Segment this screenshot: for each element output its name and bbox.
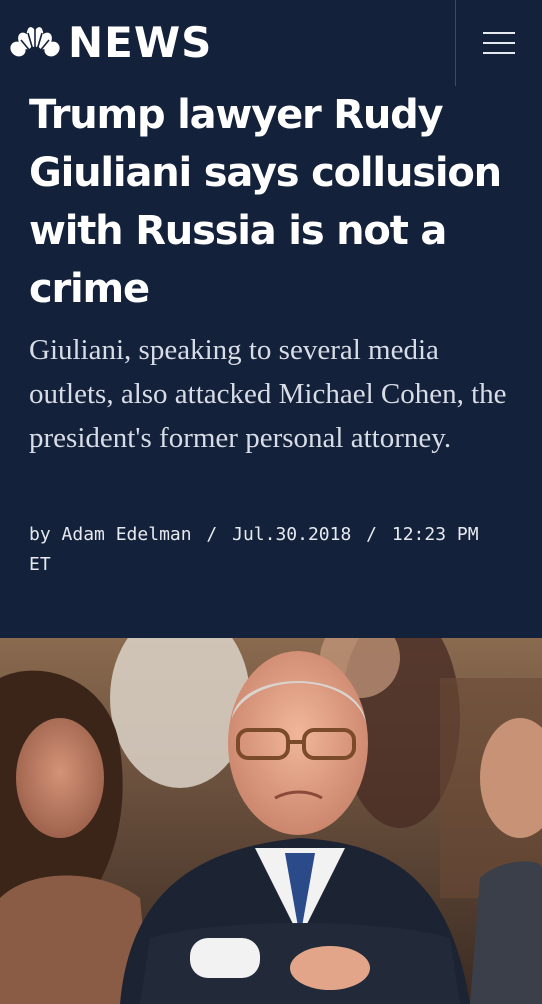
article-page: NEWS Trump lawyer Rudy Giuliani says col… (0, 0, 542, 1004)
nbc-news-logo[interactable]: NEWS (10, 22, 212, 64)
peacock-icon (10, 27, 60, 58)
article-byline: by Adam Edelman / Jul.30.2018 / 12:23 PM… (29, 520, 509, 580)
menu-line (483, 52, 515, 54)
byline-separator: / (206, 524, 218, 545)
article-headline: Trump lawyer Rudy Giuliani says collusio… (29, 92, 502, 312)
logo-text: NEWS (68, 18, 213, 67)
menu-line (483, 42, 515, 44)
hero-photo-illustration (0, 638, 542, 1004)
top-navigation-bar: NEWS (0, 0, 542, 86)
byline-date: Jul.30.2018 (232, 524, 352, 545)
article-hero-image[interactable] (0, 638, 542, 1004)
hamburger-menu-icon[interactable] (483, 30, 515, 58)
byline-separator: / (366, 524, 378, 545)
header-divider (455, 0, 456, 86)
byline-prefix: by (29, 524, 51, 545)
article-dek: Giuliani, speaking to several media outl… (29, 334, 507, 454)
author-link[interactable]: Adam Edelman (62, 524, 192, 545)
menu-line (483, 32, 515, 34)
